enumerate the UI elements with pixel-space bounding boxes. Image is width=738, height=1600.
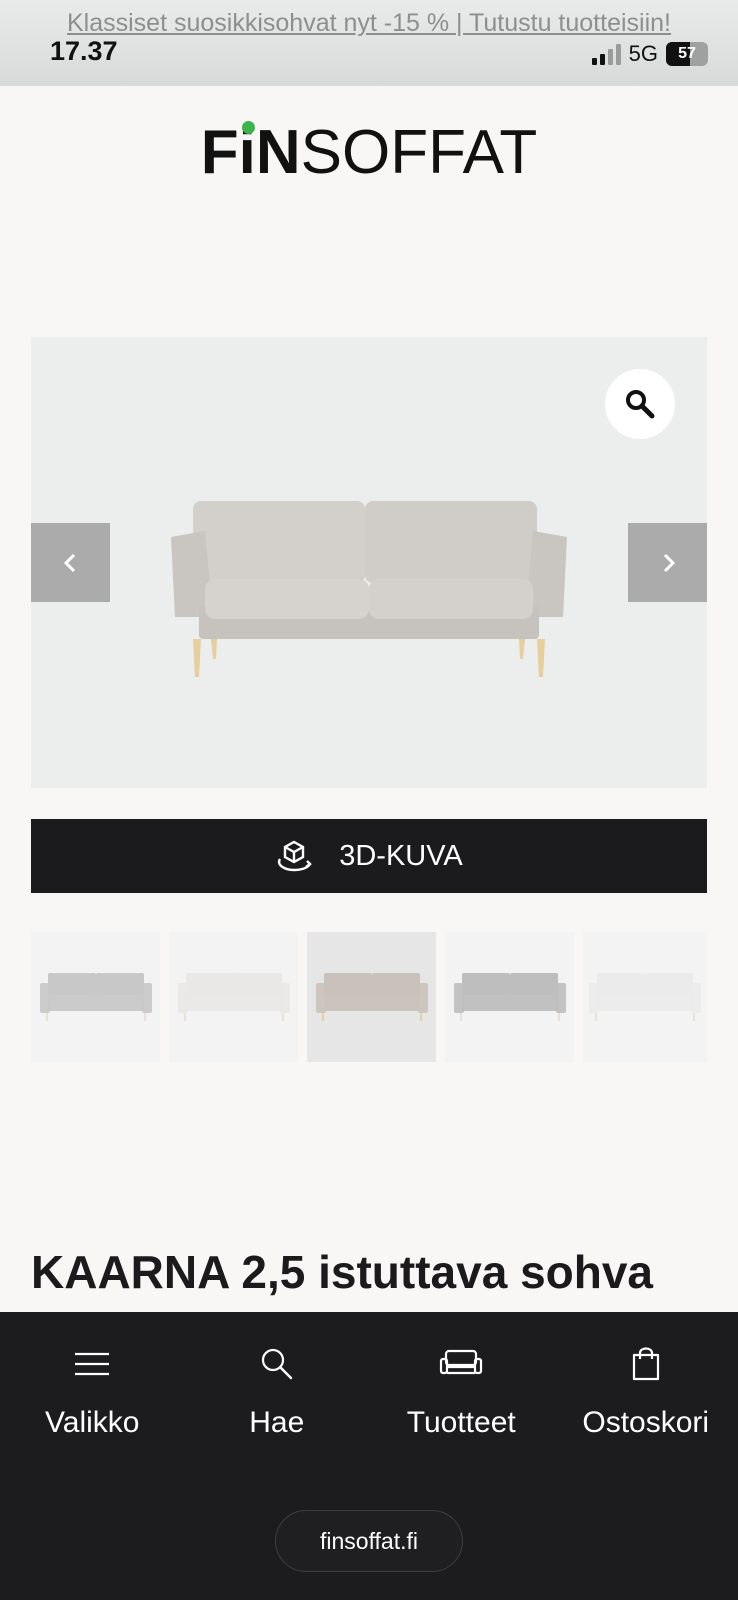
search-icon	[261, 1348, 292, 1380]
site-logo[interactable]: FiN SOFFAT	[0, 118, 738, 188]
thumbnail-strip	[31, 932, 707, 1062]
menu-icon	[75, 1352, 110, 1376]
thumbnail-sofa-image	[39, 973, 152, 1021]
browser-url-pill[interactable]: finsoffat.fi	[275, 1510, 463, 1572]
gallery-next-button[interactable]	[628, 523, 707, 602]
status-bar: Klassiset suosikkisohvat nyt -15 % | Tut…	[0, 0, 738, 86]
thumbnail-1[interactable]	[31, 932, 160, 1062]
thumbnail-3[interactable]	[307, 932, 436, 1062]
nav-item-tuotteet[interactable]: Tuotteet	[369, 1340, 554, 1440]
zoom-button[interactable]	[605, 369, 675, 439]
thumbnail-5[interactable]	[583, 932, 707, 1062]
battery-level: 57	[678, 45, 696, 62]
sofa-icon	[440, 1349, 483, 1375]
product-title: KAARNA 2,5 istuttava sohva	[31, 1246, 654, 1298]
nav-label-valikko: Valikko	[45, 1406, 140, 1439]
thumbnail-sofa-image	[315, 973, 428, 1021]
view-3d-label: 3D-KUVA	[339, 839, 463, 872]
logo-fin: FiN	[200, 118, 301, 187]
nav-item-ostoskori[interactable]: Ostoskori	[554, 1340, 738, 1440]
promo-banner-link[interactable]: Klassiset suosikkisohvat nyt -15 % | Tut…	[60, 4, 678, 42]
thumbnail-2[interactable]	[169, 932, 298, 1062]
logo-soffat: SOFFAT	[300, 118, 538, 187]
network-label: 5G	[628, 41, 658, 66]
view-3d-button[interactable]: 3D-KUVA	[31, 819, 707, 893]
nav-label-ostoskori: Ostoskori	[582, 1406, 710, 1439]
product-gallery	[31, 337, 707, 788]
battery-icon: 57	[666, 42, 708, 66]
bottom-navigation: Valikko Hae Tuotteet Ostoskori finsoffat…	[0, 1312, 738, 1600]
chevron-right-icon	[663, 553, 675, 572]
nav-item-hae[interactable]: Hae	[185, 1340, 370, 1440]
logo-dot	[241, 121, 255, 134]
thumbnail-sofa-image	[589, 973, 701, 1021]
gallery-prev-button[interactable]	[31, 523, 110, 602]
nav-item-valikko[interactable]: Valikko	[0, 1340, 185, 1440]
magnifier-icon	[626, 390, 655, 419]
thumbnail-sofa-image	[453, 973, 566, 1021]
signal-icon	[591, 43, 621, 65]
thumbnail-sofa-image	[177, 973, 290, 1021]
product-image-sofa	[171, 501, 567, 677]
thumbnail-4[interactable]	[445, 932, 574, 1062]
nav-label-tuotteet: Tuotteet	[406, 1406, 516, 1439]
nav-label-hae: Hae	[249, 1406, 305, 1439]
cube-rotate-icon	[278, 840, 313, 872]
chevron-left-icon	[63, 553, 75, 572]
shopping-bag-icon	[632, 1347, 659, 1381]
status-time: 17.37	[50, 36, 118, 66]
system-icons: 5G 57	[591, 40, 708, 68]
